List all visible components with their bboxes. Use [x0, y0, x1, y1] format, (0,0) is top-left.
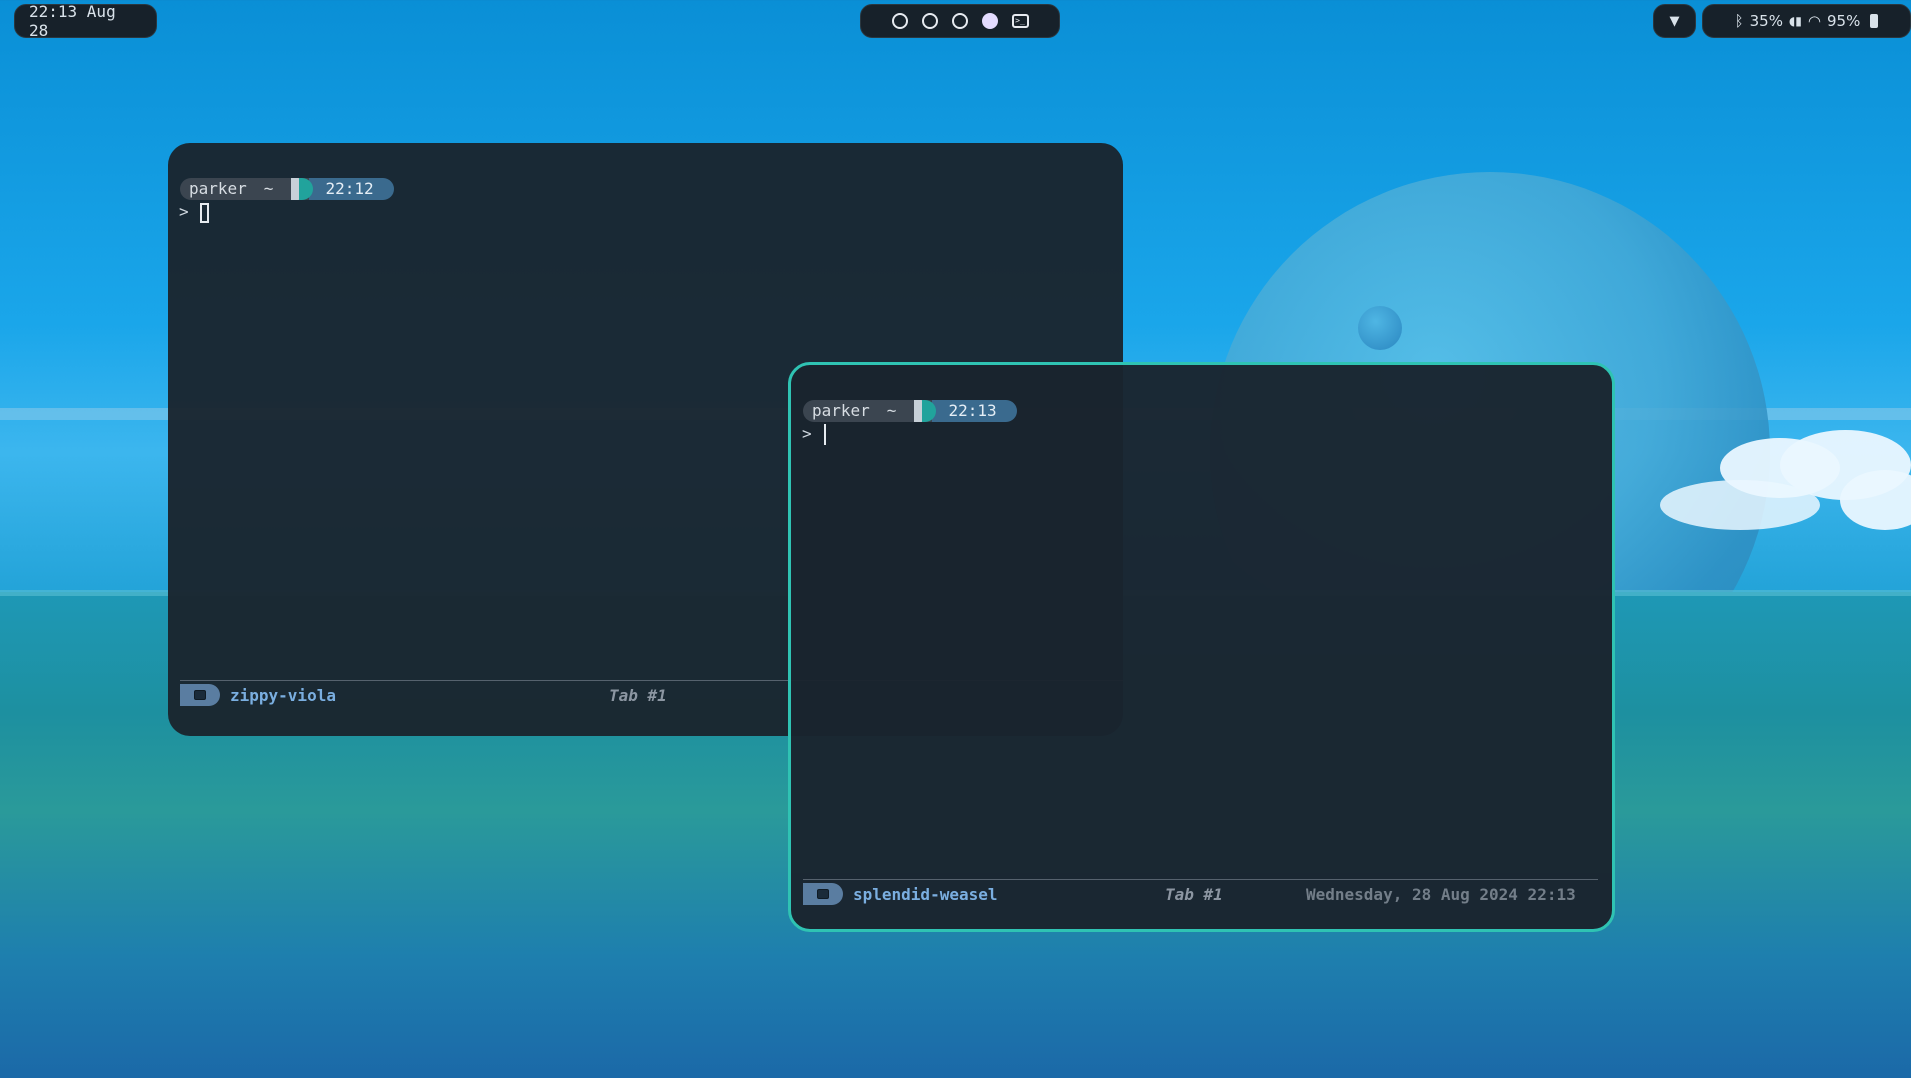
- wallpaper-cloud: [1660, 480, 1820, 530]
- prompt-user: parker: [180, 178, 256, 200]
- workspace-3-icon[interactable]: [951, 13, 968, 29]
- workspace-switcher[interactable]: >_: [860, 4, 1060, 38]
- shell-prompt: parker ~ 22:12: [180, 178, 394, 200]
- workspace-1-icon[interactable]: [891, 13, 908, 29]
- terminal-tab-icon[interactable]: [180, 684, 220, 706]
- bluetooth-level: 35%: [1749, 12, 1783, 30]
- chevron-down-icon[interactable]: ▼: [1670, 14, 1680, 29]
- prompt-symbol: >: [802, 424, 812, 443]
- tab-session-name[interactable]: splendid-weasel: [853, 885, 998, 904]
- workspace-2-icon[interactable]: [921, 13, 938, 29]
- clock-text: 22:13 Aug 28: [29, 2, 116, 40]
- prompt-time: 22:12: [309, 178, 394, 200]
- bluetooth-icon[interactable]: ᛒ: [1735, 12, 1744, 30]
- prompt-separator-icon: [287, 178, 314, 200]
- volume-icon[interactable]: ◖▮: [1789, 14, 1802, 28]
- terminal-tab-icon[interactable]: [803, 883, 843, 905]
- prompt-time: 22:13: [932, 400, 1017, 422]
- tab-label[interactable]: Tab #1: [1165, 885, 1223, 904]
- wallpaper-cloud: [1840, 470, 1911, 530]
- battery-icon[interactable]: [1870, 14, 1879, 28]
- terminal-app-icon[interactable]: >_: [1011, 14, 1029, 28]
- prompt-directory: ~: [255, 178, 288, 200]
- tab-session-name[interactable]: zippy-viola: [230, 686, 336, 705]
- terminal-window-splendid-weasel[interactable]: parker ~ 22:13 > splendid-weasel Tab #1 …: [788, 362, 1615, 932]
- system-status[interactable]: ᛒ 35% ◖▮ ◠ 95%: [1702, 4, 1911, 38]
- tabbar-divider: [803, 879, 1598, 880]
- text-cursor: [824, 424, 826, 445]
- prompt-directory: ~: [878, 400, 911, 422]
- topbar-clock[interactable]: 22:13 Aug 28: [14, 2, 157, 40]
- prompt-user: parker: [803, 400, 879, 422]
- wallpaper-small-moon: [1358, 306, 1402, 350]
- tray-toggle[interactable]: ▼: [1653, 4, 1696, 38]
- shell-prompt: parker ~ 22:13: [803, 400, 1017, 422]
- tab-date: Wednesday, 28 Aug 2024 22:13: [1306, 885, 1576, 904]
- text-cursor: [200, 203, 209, 223]
- prompt-symbol: >: [179, 202, 189, 221]
- workspace-4-active-icon[interactable]: [981, 13, 998, 29]
- wifi-level: 95%: [1827, 12, 1861, 30]
- wifi-icon[interactable]: ◠: [1808, 12, 1821, 30]
- prompt-separator-icon: [910, 400, 937, 422]
- tab-label[interactable]: Tab #1: [609, 686, 667, 705]
